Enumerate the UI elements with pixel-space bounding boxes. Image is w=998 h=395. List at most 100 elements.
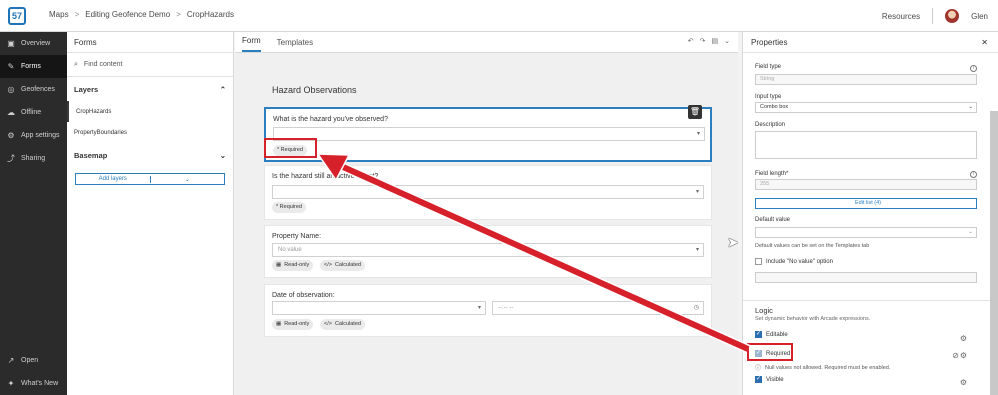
read-only-icon: ▦ bbox=[276, 262, 282, 268]
form-title: Hazard Observations bbox=[272, 85, 357, 95]
info-icon: ⓘ bbox=[755, 366, 762, 372]
search-box[interactable]: ⌕ Find content bbox=[67, 53, 233, 77]
no-edit-icon[interactable]: ⊘ bbox=[952, 351, 959, 360]
user-name[interactable]: Glen bbox=[971, 12, 988, 21]
forms-panel: Forms ⌕ Find content Layers ⌃ CropHazard… bbox=[67, 32, 234, 395]
breadcrumb-layer: CropHazards bbox=[186, 10, 234, 19]
search-icon: ⌕ bbox=[74, 60, 78, 68]
chevron-down-icon: ⌄ bbox=[968, 104, 973, 110]
input-type-label: Input type bbox=[755, 94, 782, 100]
forms-panel-title: Forms bbox=[67, 32, 233, 53]
nav-item-offline[interactable]: ☁ Offline bbox=[0, 101, 67, 124]
basemap-section-header[interactable]: Basemap ⌄ bbox=[67, 143, 233, 167]
read-only-badge: ▦ Read-only bbox=[272, 260, 314, 271]
info-icon[interactable]: i bbox=[970, 65, 977, 72]
tab-templates[interactable]: Templates bbox=[277, 38, 313, 52]
gear-icon[interactable]: ⚙ bbox=[960, 334, 967, 343]
undo-icon[interactable]: ↶ bbox=[688, 37, 694, 45]
forms-icon: ✎ bbox=[7, 61, 15, 71]
chevron-down-icon: ▾ bbox=[696, 131, 700, 137]
top-bar: 57 Maps > Editing Geofence Demo > CropHa… bbox=[0, 0, 998, 32]
avatar[interactable] bbox=[945, 9, 960, 23]
nav-item-geofences[interactable]: ◎ Geofences bbox=[0, 78, 67, 101]
form-field-card[interactable]: Property Name: No value ▾ ▦ Read-only </> C… bbox=[264, 225, 712, 278]
field-combo-box[interactable]: ▾ bbox=[273, 127, 705, 141]
chevron-down-icon[interactable]: ⌄ bbox=[724, 37, 730, 45]
date-input[interactable]: ▾ bbox=[272, 301, 486, 315]
chevron-right-icon: > bbox=[74, 10, 80, 19]
nav-item-whats-new[interactable]: ✦ What's New bbox=[0, 372, 67, 395]
tab-form[interactable]: Form bbox=[242, 36, 261, 52]
search-input[interactable]: Find content bbox=[84, 61, 123, 68]
field-type-input: String bbox=[755, 74, 977, 85]
add-layers-button[interactable]: Add layers ⌄ bbox=[75, 173, 225, 185]
layers-section-header[interactable]: Layers ⌃ bbox=[67, 77, 233, 101]
breadcrumb-project[interactable]: Editing Geofence Demo bbox=[85, 10, 170, 19]
code-icon: </> bbox=[324, 321, 332, 327]
save-icon[interactable]: ▤ bbox=[712, 37, 719, 45]
no-value-label-input bbox=[755, 272, 977, 283]
close-icon[interactable]: ✕ bbox=[981, 38, 988, 47]
calculated-badge: </> Calculated bbox=[320, 319, 365, 330]
layer-item-crophazards[interactable]: CropHazards bbox=[67, 101, 233, 122]
default-value-label: Default value bbox=[755, 217, 791, 223]
scrollbar[interactable] bbox=[990, 111, 998, 395]
default-value-note: Default values can be set on the Templat… bbox=[755, 243, 870, 249]
chevron-down-icon[interactable]: ⌄ bbox=[149, 175, 225, 183]
form-field-card[interactable]: Date of observation: ▾ --:-- -- ◷ ▦ Read-o… bbox=[264, 284, 712, 337]
nav-item-open[interactable]: ↗ Open bbox=[0, 349, 67, 372]
field-length-label: Field length* bbox=[755, 171, 789, 177]
left-nav: ▣ Overview ✎ Forms ◎ Geofences ☁ Offline ⚙ Ap… bbox=[0, 32, 67, 395]
form-field-card[interactable]: Is the hazard still an active threat? ▾ … bbox=[264, 165, 712, 220]
read-only-icon: ▦ bbox=[276, 321, 282, 327]
nav-item-sharing[interactable]: ⤴ Sharing bbox=[0, 147, 67, 170]
trash-icon[interactable]: 🗑 bbox=[688, 105, 702, 119]
app-logo-icon[interactable]: 57 bbox=[8, 7, 26, 25]
breadcrumb-maps[interactable]: Maps bbox=[49, 10, 69, 19]
edit-list-button[interactable]: Edit list (4) bbox=[755, 198, 977, 209]
annotation-highlight-required-checkbox bbox=[747, 343, 793, 361]
gear-icon[interactable]: ⚙ bbox=[960, 378, 967, 387]
input-type-select[interactable]: Combo box ⌄ bbox=[755, 102, 977, 113]
field-length-input: 255 bbox=[755, 179, 977, 190]
properties-title: Properties bbox=[751, 37, 788, 47]
logic-heading: Logic bbox=[755, 306, 773, 315]
description-textarea[interactable] bbox=[755, 131, 977, 159]
field-label: What is the hazard you've observed? bbox=[273, 116, 388, 123]
chevron-up-icon: ⌃ bbox=[219, 84, 226, 94]
chevron-right-icon: > bbox=[176, 10, 181, 19]
offline-icon: ☁ bbox=[7, 107, 15, 117]
field-label: Date of observation: bbox=[272, 292, 335, 299]
form-field-card[interactable]: 🗑 What is the hazard you've observed? ▾ … bbox=[264, 105, 712, 162]
geofences-icon: ◎ bbox=[7, 84, 15, 94]
open-icon: ↗ bbox=[7, 355, 15, 365]
default-value-select[interactable]: ⌄ bbox=[755, 227, 977, 238]
editable-checkbox[interactable]: ✓ Editable bbox=[755, 331, 788, 338]
redo-icon[interactable]: ↷ bbox=[700, 37, 706, 45]
include-no-value-checkbox[interactable]: Include "No value" option bbox=[755, 258, 833, 265]
required-badge: * Required bbox=[272, 202, 306, 213]
info-icon[interactable]: i bbox=[970, 171, 977, 178]
field-combo-box[interactable]: No value ▾ bbox=[272, 243, 704, 257]
checkmark-icon[interactable]: ✓ bbox=[755, 331, 762, 338]
field-type-label: Field type bbox=[755, 64, 782, 70]
nav-item-forms[interactable]: ✎ Forms bbox=[0, 55, 67, 78]
overview-icon: ▣ bbox=[7, 38, 15, 48]
checkmark-icon[interactable]: ✓ bbox=[755, 376, 762, 383]
layer-item-propertyboundaries[interactable]: PropertyBoundaries bbox=[67, 122, 233, 143]
resources-link[interactable]: Resources bbox=[882, 12, 920, 21]
time-input[interactable]: --:-- -- ◷ bbox=[492, 301, 704, 315]
nav-item-overview[interactable]: ▣ Overview bbox=[0, 32, 67, 55]
form-editor: Form Templates ↶ ↷ ▤ ⌄ Hazard Observatio… bbox=[235, 32, 738, 395]
settings-icon: ⚙ bbox=[7, 130, 15, 140]
calculated-badge: </> Calculated bbox=[320, 260, 365, 271]
visible-checkbox[interactable]: ✓ Visible bbox=[755, 376, 784, 383]
required-note: ⓘ Null values not allowed. Required must … bbox=[755, 364, 891, 373]
share-icon: ⤴ bbox=[7, 153, 15, 163]
gear-icon[interactable]: ⚙ bbox=[960, 351, 967, 360]
whats-new-icon: ✦ bbox=[7, 378, 15, 388]
code-icon: </> bbox=[324, 262, 332, 268]
nav-item-app-settings[interactable]: ⚙ App settings bbox=[0, 124, 67, 147]
checkbox-icon[interactable] bbox=[755, 258, 762, 265]
field-combo-box[interactable]: ▾ bbox=[272, 185, 704, 199]
